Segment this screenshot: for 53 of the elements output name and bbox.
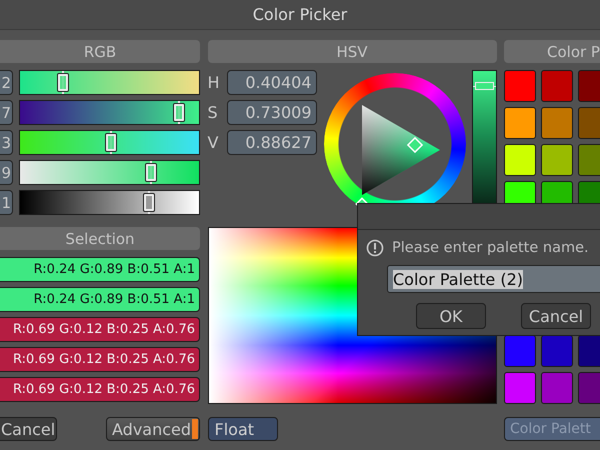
color-slider[interactable] xyxy=(19,160,200,185)
cancel-button[interactable]: Cancel xyxy=(521,303,591,329)
color-swatch[interactable] xyxy=(541,335,573,367)
window-title: Color Picker xyxy=(252,5,348,24)
selection-row[interactable]: R:0.69 G:0.12 B:0.25 A:0.76 xyxy=(0,347,200,372)
value-field[interactable]: 2 xyxy=(0,70,13,95)
color-swatch[interactable] xyxy=(541,144,573,176)
sv-marker-icon[interactable] xyxy=(406,136,423,154)
color-swatch[interactable] xyxy=(504,144,536,176)
value-field[interactable]: 7 xyxy=(0,100,13,125)
color-swatch[interactable] xyxy=(504,107,536,139)
rgb-header: RGB xyxy=(0,40,200,63)
selection-row[interactable]: R:0.24 G:0.89 B:0.51 A:1 xyxy=(0,287,200,312)
value-field[interactable]: 3 xyxy=(0,130,13,155)
cancel-button[interactable]: Cancel xyxy=(0,417,57,441)
palette-header: Color P xyxy=(504,40,600,63)
color-swatch[interactable] xyxy=(541,372,573,404)
hsv-header: HSV xyxy=(208,40,496,63)
slider-thumb[interactable] xyxy=(474,82,494,90)
value-field[interactable]: 0.73009 xyxy=(226,100,316,125)
dialog-message: Please enter palette name. xyxy=(392,240,589,256)
value-field[interactable]: 0.40404 xyxy=(226,70,316,95)
palette-name-field[interactable]: Color Palette (2) xyxy=(387,265,600,293)
advanced-button[interactable]: Advanced xyxy=(106,417,200,441)
color-swatch[interactable] xyxy=(504,70,536,102)
color-swatch[interactable] xyxy=(541,70,573,102)
slider-thumb[interactable] xyxy=(146,164,156,181)
value-field[interactable]: 9 xyxy=(0,160,13,185)
color-slider[interactable] xyxy=(19,190,200,215)
color-slider[interactable] xyxy=(19,130,200,155)
slider-thumb[interactable] xyxy=(144,194,154,211)
color-slider[interactable] xyxy=(19,100,200,125)
color-swatch[interactable] xyxy=(504,372,536,404)
slider-thumb[interactable] xyxy=(174,104,184,121)
color-swatch[interactable] xyxy=(504,335,536,367)
value-field[interactable]: 1 xyxy=(0,190,13,215)
field-label: V xyxy=(208,133,220,152)
color-slider[interactable] xyxy=(19,70,200,95)
float-button[interactable]: Float xyxy=(208,417,278,441)
slider-thumb[interactable] xyxy=(58,74,68,91)
selection-row[interactable]: R:0.24 G:0.89 B:0.51 A:1 xyxy=(0,257,200,282)
saturation-triangle-drawing[interactable] xyxy=(362,105,440,195)
selection-row[interactable]: R:0.69 G:0.12 B:0.25 A:0.76 xyxy=(0,377,200,402)
selection-row[interactable]: R:0.69 G:0.12 B:0.25 A:0.76 xyxy=(0,317,200,342)
selection-header: Selection xyxy=(0,227,200,250)
field-label: S xyxy=(208,103,219,122)
field-label: H xyxy=(208,73,221,92)
ok-button[interactable]: OK xyxy=(416,303,486,329)
value-slider[interactable] xyxy=(472,70,496,204)
value-field[interactable]: 0.88627 xyxy=(226,130,316,155)
color-swatch[interactable] xyxy=(541,107,573,139)
warning-icon xyxy=(366,239,384,257)
slider-thumb[interactable] xyxy=(106,134,116,151)
